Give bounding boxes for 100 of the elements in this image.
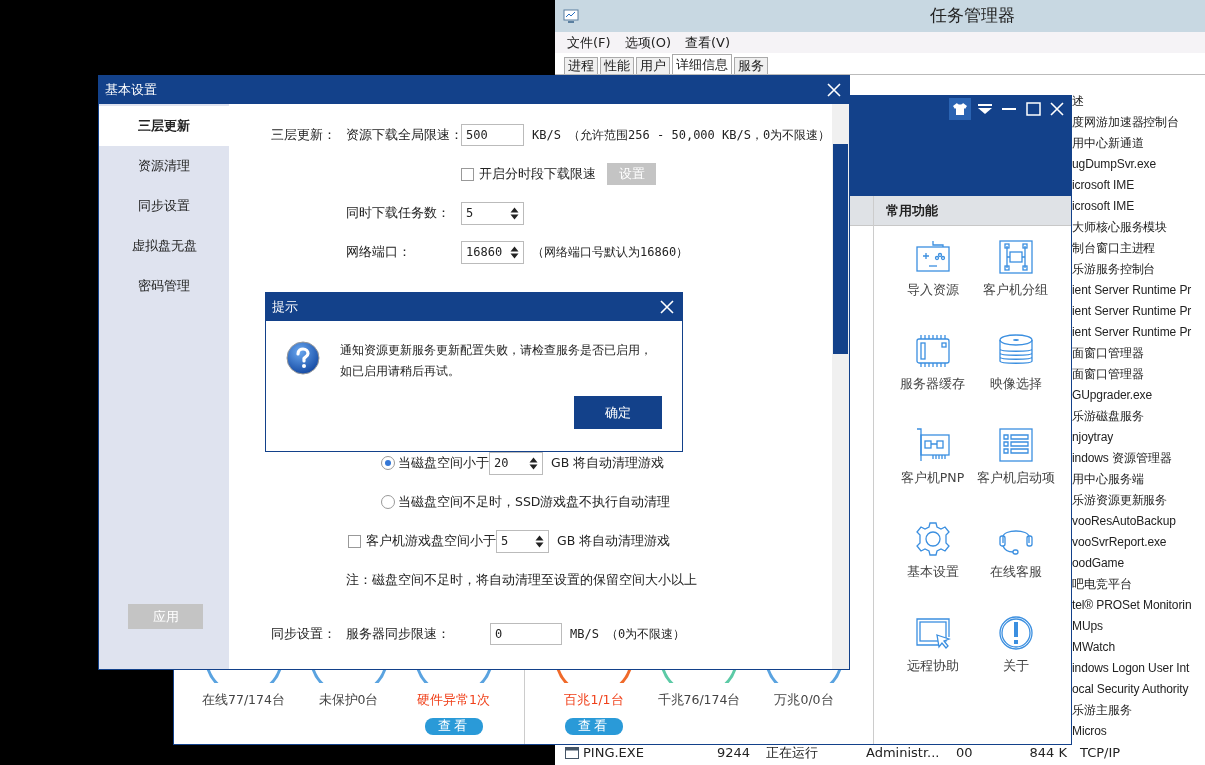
stat-label: 在线77/174台	[202, 691, 285, 709]
tab[interactable]: 性能	[600, 57, 634, 74]
menu-item[interactable]: 文件(F)	[567, 32, 611, 53]
stat-label: 千兆76/174台	[657, 691, 741, 709]
table-cell: 乐游主服务	[1072, 703, 1132, 717]
checkbox-label: 开启分时段下载限速	[479, 164, 596, 183]
column-header[interactable]: 述	[1072, 91, 1205, 112]
table-cell: 844 K	[1029, 744, 1067, 760]
info-icon	[997, 615, 1034, 651]
table-cell: vooResAutoBackup	[1072, 514, 1176, 528]
network-diagram-icon	[997, 239, 1034, 275]
table-cell: 乐游服务控制台	[1072, 262, 1156, 276]
menu-item[interactable]: 选项(O)	[624, 32, 671, 53]
hint-text: MB/S （0为不限速）	[570, 626, 686, 643]
field-label: 网络端口：	[346, 243, 411, 259]
table-cell: ocal Security Authority	[1072, 682, 1189, 696]
table-cell: icrosoft IME	[1072, 199, 1135, 213]
input-field[interactable]: 0	[490, 623, 562, 645]
table-cell: ient Server Runtime Pr	[1072, 325, 1192, 339]
table-cell: 乐游磁盘服务	[1072, 409, 1144, 423]
sidebar-item[interactable]: 三层更新	[99, 106, 229, 146]
function-label[interactable]: 服务器缓存	[900, 375, 965, 394]
radio-label: 当磁盘空间小于	[398, 453, 489, 472]
table-cell: oodGame	[1072, 556, 1124, 570]
function-label[interactable]: 关于	[1002, 657, 1029, 676]
checkbox[interactable]	[461, 167, 474, 181]
table-cell: 吧电竞平台	[1072, 577, 1132, 591]
ok-button[interactable]: 确定	[574, 396, 662, 429]
skin-button[interactable]	[949, 98, 971, 120]
close-icon	[826, 82, 842, 98]
table-cell: ugDumpSvr.exe	[1072, 157, 1157, 171]
sidebar-item[interactable]: 虚拟盘无盘	[99, 226, 229, 266]
table-cell: 大师核心服务模块	[1072, 220, 1168, 234]
table-cell: tel® PROSet Monitorin	[1072, 598, 1192, 612]
spin-arrows-icon	[535, 534, 544, 548]
message-text: 通知资源更新服务更新配置失败，请检查服务是否已启用，如已启用请稍后再试。	[340, 342, 653, 380]
maximize-icon	[1025, 102, 1041, 116]
function-label[interactable]: 基本设置	[906, 563, 959, 582]
tab[interactable]: 详细信息	[672, 54, 732, 74]
network-card-icon	[914, 427, 951, 463]
function-label[interactable]: 映像选择	[989, 375, 1042, 394]
table-cell: 9244	[717, 744, 751, 760]
hint-text: （网络端口号默认为16860）	[532, 244, 689, 261]
unit-label: GB 将自动清理游戏	[551, 453, 665, 472]
radio-button[interactable]	[381, 456, 395, 470]
table-cell: MUps	[1072, 619, 1103, 633]
radio-label: 当磁盘空间不足时，SSD游戏盘不执行自动清理	[398, 492, 671, 511]
field-label: 服务器同步限速：	[346, 625, 450, 641]
close-icon	[659, 299, 675, 315]
function-label[interactable]: 远程协助	[906, 657, 959, 676]
minimize-icon	[1002, 108, 1016, 110]
table-cell: 制台窗口主进程	[1072, 241, 1156, 255]
spin-field[interactable]: 5	[496, 529, 549, 553]
table-cell: 面窗口管理器	[1072, 346, 1144, 360]
function-label[interactable]: 导入资源	[906, 281, 959, 300]
monitor-chart-icon	[563, 8, 579, 24]
caret-icon	[977, 103, 993, 115]
table-cell: indows Logon User Int	[1072, 661, 1190, 675]
table-cell: 00	[956, 744, 973, 760]
input-field[interactable]: 500	[461, 124, 524, 146]
chip-icon	[914, 333, 951, 369]
table-cell: Micros	[1072, 724, 1107, 738]
sidebar-item[interactable]: 资源清理	[99, 146, 229, 186]
panel-title: 常用功能	[874, 196, 1071, 226]
spin-field[interactable]: 16860	[461, 240, 524, 264]
field-label: 同时下载任务数：	[346, 204, 450, 220]
table-cell: 乐游资源更新服务	[1072, 493, 1168, 507]
table-cell: icrosoft IME	[1072, 178, 1135, 192]
table-cell: vooSvrReport.exe	[1072, 535, 1167, 549]
radio-button[interactable]	[381, 495, 395, 509]
spin-arrows-icon	[510, 245, 519, 259]
function-label[interactable]: 客户机PNP	[900, 469, 965, 488]
scrollbar[interactable]	[832, 104, 849, 669]
spin-arrows-icon	[510, 206, 519, 220]
settings-icon	[914, 521, 951, 557]
function-label[interactable]: 在线客服	[989, 563, 1042, 582]
program-icon	[565, 746, 579, 759]
menu-item[interactable]: 查看(V)	[685, 32, 731, 53]
function-label[interactable]: 客户机启动项	[976, 469, 1055, 488]
sidebar-item[interactable]: 同步设置	[99, 186, 229, 226]
help-icon	[286, 341, 320, 375]
spin-arrows-icon	[529, 456, 538, 470]
table-cell: PING.EXE	[583, 744, 644, 760]
screen-cursor-icon	[914, 615, 951, 651]
tab[interactable]: 进程	[564, 57, 598, 74]
gamepad-icon	[914, 239, 951, 275]
sidebar-item[interactable]: 密码管理	[99, 266, 229, 306]
field-label: 同步设置：	[271, 625, 336, 641]
tab[interactable]: 服务	[734, 57, 768, 74]
unit-label: GB 将自动清理游戏	[557, 531, 671, 550]
spin-field[interactable]: 20	[489, 451, 543, 475]
tab[interactable]: 用户	[636, 57, 670, 74]
table-cell: GUpgrader.exe	[1072, 388, 1153, 402]
function-label[interactable]: 客户机分组	[983, 281, 1048, 300]
table-cell: ient Server Runtime Pr	[1072, 304, 1192, 318]
window-title: 任务管理器	[930, 4, 1015, 28]
stat-label: 百兆1/1台	[564, 691, 624, 709]
spin-field[interactable]: 5	[461, 201, 524, 225]
checkbox[interactable]	[348, 534, 361, 548]
stat-label: 硬件异常1次	[417, 691, 490, 709]
